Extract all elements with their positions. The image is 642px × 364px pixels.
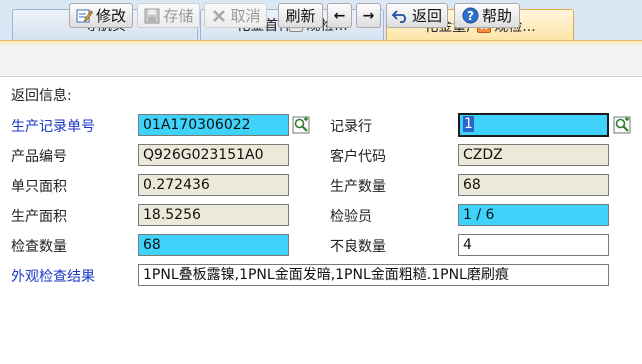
- back-button[interactable]: 返回: [386, 3, 448, 28]
- defect-qty-field[interactable]: 4: [458, 234, 609, 256]
- production-record-no-field[interactable]: 01A170306022: [138, 114, 289, 136]
- arrow-left-icon: ←: [333, 7, 346, 24]
- production-qty-label: 生产数量: [330, 179, 386, 195]
- record-row-field[interactable]: 1: [458, 113, 609, 137]
- undo-icon: [391, 7, 409, 24]
- cancel-x-icon: [210, 7, 227, 24]
- arrow-right-icon: →: [362, 7, 375, 24]
- edit-label: 修改: [95, 7, 126, 25]
- check-qty-label: 检查数量: [11, 239, 67, 255]
- inspector-label: 检验员: [330, 209, 372, 225]
- edit-button[interactable]: 修改: [69, 3, 133, 28]
- refresh-label: 刷新: [285, 7, 316, 25]
- cancel-label: 取消: [230, 7, 261, 25]
- toolbar: [0, 44, 642, 77]
- customer-code-label: 客户代码: [330, 149, 386, 165]
- previous-button[interactable]: ←: [327, 3, 352, 28]
- section-title: 返回信息:: [11, 88, 72, 104]
- help-button[interactable]: ? 帮助: [454, 3, 520, 28]
- save-button[interactable]: 存储: [137, 3, 200, 28]
- next-button[interactable]: →: [356, 3, 381, 28]
- record-row-value: 1: [463, 116, 474, 132]
- save-label: 存储: [163, 7, 194, 25]
- check-qty-field[interactable]: 68: [138, 234, 289, 256]
- help-icon: ?: [462, 7, 479, 24]
- refresh-button[interactable]: 刷新: [278, 3, 323, 28]
- inspector-field[interactable]: 1 / 6: [458, 204, 609, 226]
- production-area-label: 生产面积: [11, 209, 67, 225]
- lookup-icon[interactable]: [292, 116, 310, 134]
- edit-icon: [76, 7, 93, 24]
- svg-text:?: ?: [467, 9, 474, 23]
- customer-code-field[interactable]: CZDZ: [458, 144, 609, 166]
- help-label: 帮助: [481, 7, 512, 25]
- lookup-icon[interactable]: [613, 116, 631, 134]
- inspection-result-label[interactable]: 外观检查结果: [11, 266, 95, 286]
- record-row-label: 记录行: [330, 119, 372, 135]
- unit-area-field[interactable]: 0.272436: [138, 174, 289, 196]
- unit-area-label: 单只面积: [11, 179, 67, 195]
- back-label: 返回: [411, 7, 442, 25]
- production-qty-field[interactable]: 68: [458, 174, 609, 196]
- product-no-field[interactable]: Q926G023151A0: [138, 144, 289, 166]
- cancel-button[interactable]: 取消: [204, 3, 267, 28]
- product-no-label: 产品编号: [11, 149, 67, 165]
- save-icon: [143, 7, 160, 24]
- inspection-result-field[interactable]: 1PNL叠板露镍,1PNL金面发暗,1PNL金面粗糙.1PNL磨刷痕: [138, 264, 609, 286]
- defect-qty-label: 不良数量: [330, 239, 386, 255]
- production-area-field[interactable]: 18.5256: [138, 204, 289, 226]
- production-record-no-label[interactable]: 生产记录单号: [11, 116, 95, 136]
